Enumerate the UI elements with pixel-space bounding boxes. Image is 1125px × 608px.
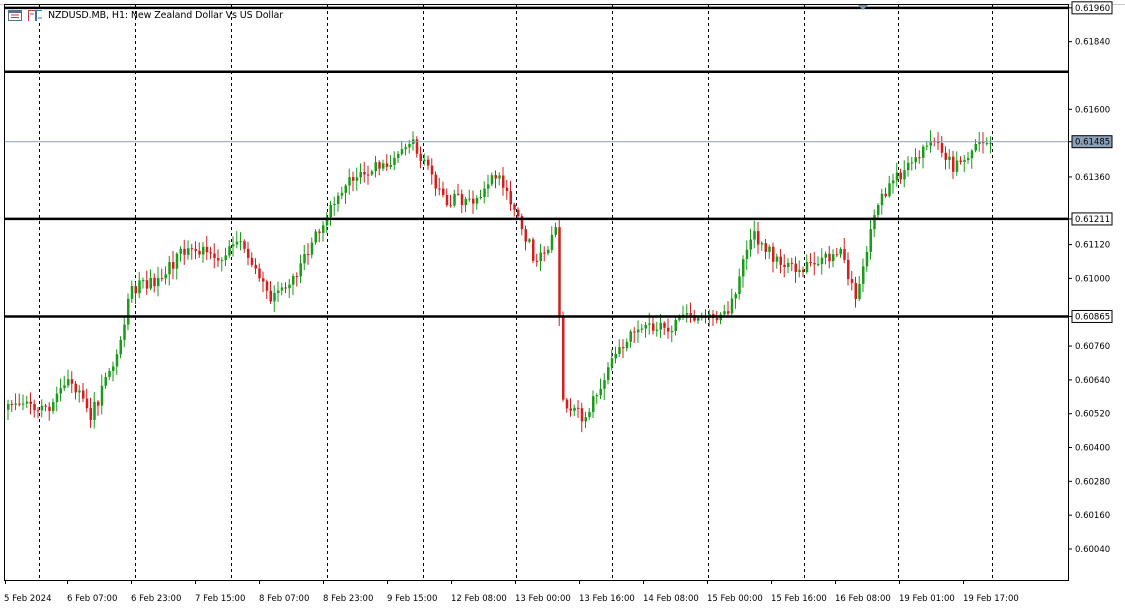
price-label: 0.60160 — [1075, 511, 1110, 521]
price-label: 0.60520 — [1075, 410, 1110, 420]
time-label: 9 Feb 15:00 — [387, 594, 437, 604]
price-label: 0.60400 — [1075, 444, 1110, 454]
time-label: 6 Feb 07:00 — [67, 594, 117, 604]
time-label: 8 Feb 07:00 — [259, 594, 309, 604]
price-label: 0.61211 — [1075, 215, 1110, 225]
candle — [558, 217, 561, 326]
price-label: 0.60760 — [1075, 342, 1110, 352]
price-chart[interactable]: 0.61960 0.61840 0.61600 0.61485 0.61360 0.612… — [0, 0, 1125, 608]
price-label: 0.61840 — [1075, 38, 1110, 48]
one-click-trading-icon[interactable] — [28, 10, 42, 21]
time-label: 6 Feb 23:00 — [131, 594, 181, 604]
price-label: 0.60280 — [1075, 477, 1110, 487]
chart-list-icon[interactable] — [8, 10, 22, 21]
time-label: 13 Feb 00:00 — [515, 594, 571, 604]
price-label: 0.61485 — [1075, 138, 1110, 148]
price-label: 0.60640 — [1075, 376, 1110, 386]
time-label: 16 Feb 08:00 — [835, 594, 891, 604]
candle — [562, 311, 565, 402]
chart-window[interactable]: 0.61960 0.61840 0.61600 0.61485 0.61360 0.612… — [0, 0, 1125, 608]
price-label: 0.61600 — [1075, 105, 1110, 115]
price-label: 0.61360 — [1075, 173, 1110, 183]
time-label: 19 Feb 01:00 — [899, 594, 955, 604]
time-label: 19 Feb 17:00 — [963, 594, 1019, 604]
time-label: 15 Feb 16:00 — [771, 594, 827, 604]
time-label: 15 Feb 00:00 — [707, 594, 763, 604]
chart-title: NZDUSD.MB, H1: New Zealand Dollar Vs US … — [48, 10, 284, 21]
price-label: 0.61120 — [1075, 241, 1110, 251]
time-label: 5 Feb 2024 — [4, 594, 52, 604]
candle — [532, 237, 535, 264]
price-label: 0.60865 — [1075, 312, 1110, 322]
time-label: 13 Feb 16:00 — [579, 594, 635, 604]
time-label: 14 Feb 08:00 — [643, 594, 699, 604]
price-label: 0.61000 — [1075, 274, 1110, 284]
time-label: 8 Feb 23:00 — [323, 594, 373, 604]
time-label: 12 Feb 08:00 — [451, 594, 507, 604]
candle — [314, 229, 317, 245]
price-label: 0.61960 — [1075, 4, 1110, 14]
price-label: 0.60040 — [1075, 545, 1110, 555]
time-label: 7 Feb 15:00 — [195, 594, 245, 604]
